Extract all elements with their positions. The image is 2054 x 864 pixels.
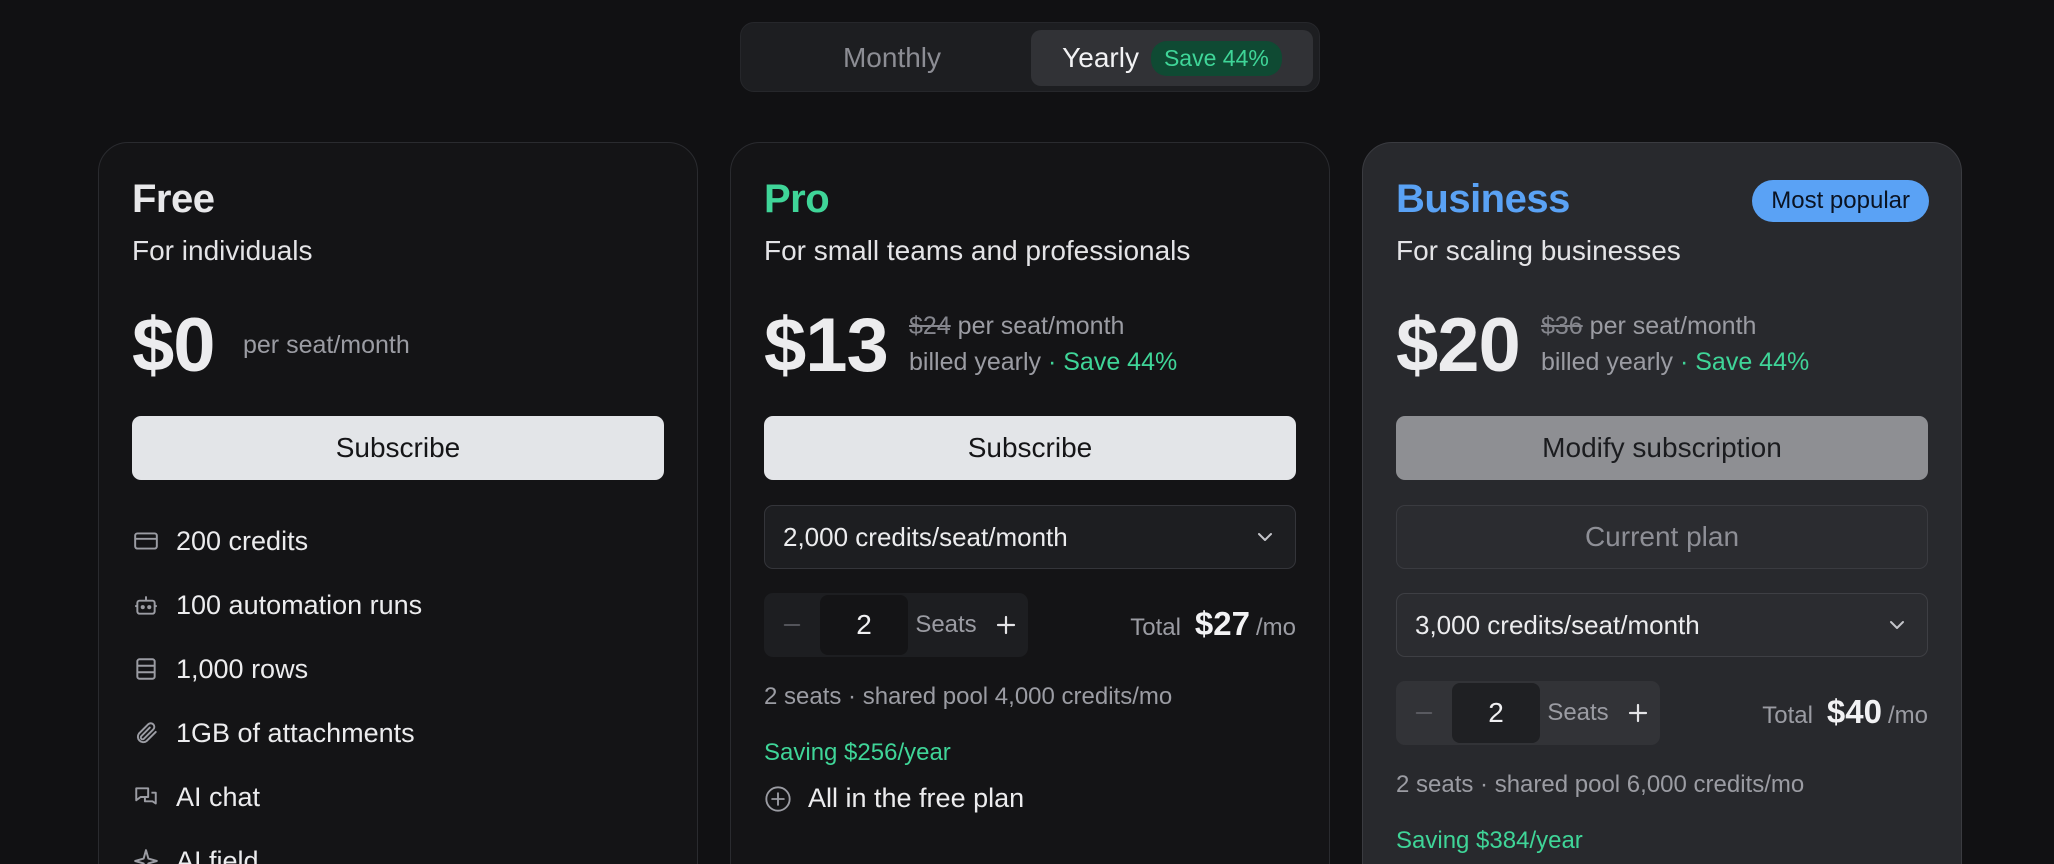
list-item: 1GB of attachments bbox=[132, 701, 422, 765]
price-meta: $36 per seat/month billed yearly · Save … bbox=[1541, 308, 1809, 380]
seats-label: Seats bbox=[1547, 699, 1609, 726]
yearly-option[interactable]: Yearly Save 44% bbox=[1031, 30, 1313, 86]
price-unit: per seat/month bbox=[243, 331, 410, 359]
billing-period-toggle: Monthly Yearly Save 44% bbox=[740, 22, 1320, 92]
plan-name: Pro bbox=[764, 177, 830, 221]
save-note: · Save 44% bbox=[1679, 348, 1810, 376]
total-amount: $27 bbox=[1194, 605, 1250, 642]
list-item: 1,000 rows bbox=[132, 637, 422, 701]
feature-label: 1,000 rows bbox=[176, 653, 309, 684]
plan-price: $0 bbox=[132, 303, 216, 388]
saving-text: Saving $384/year bbox=[1396, 827, 1583, 854]
total-label: Total bbox=[1130, 614, 1181, 641]
plan-card-free: Free For individuals $0 per seat/month S… bbox=[98, 142, 698, 864]
chevron-down-icon bbox=[1885, 613, 1909, 637]
original-price: $36 bbox=[1541, 312, 1583, 340]
plan-price: $20 bbox=[1396, 303, 1521, 388]
seat-total: Total $27/mo bbox=[1130, 605, 1296, 643]
credits-select[interactable]: 3,000 credits/seat/month bbox=[1396, 593, 1928, 657]
modify-subscription-button[interactable]: Modify subscription bbox=[1396, 416, 1928, 480]
chevron-down-icon bbox=[1253, 525, 1277, 549]
save-note: · Save 44% bbox=[1047, 348, 1178, 376]
increase-seats-button[interactable] bbox=[984, 593, 1028, 657]
feature-list: 200 credits 100 automation runs 1,000 ro… bbox=[132, 509, 422, 864]
plan-card-business: Business Most popular For scaling busine… bbox=[1362, 142, 1962, 864]
included-label: All in the free plan bbox=[808, 783, 1025, 813]
total-unit: /mo bbox=[1255, 614, 1296, 641]
credits-select-value: 2,000 credits/seat/month bbox=[783, 521, 1068, 552]
plan-card-pro: Pro For small teams and professionals $1… bbox=[730, 142, 1330, 864]
plan-name: Business bbox=[1396, 177, 1570, 221]
seat-total: Total $40/mo bbox=[1762, 693, 1928, 731]
seats-input[interactable]: 2 bbox=[1452, 683, 1540, 743]
list-item: 200 credits bbox=[132, 509, 422, 573]
seats-stepper: 2 Seats bbox=[1396, 681, 1660, 745]
increase-seats-button[interactable] bbox=[1616, 681, 1660, 745]
billing-note: billed yearly bbox=[909, 348, 1042, 376]
monthly-option[interactable]: Monthly bbox=[749, 30, 1035, 86]
yearly-label: Yearly bbox=[1062, 42, 1139, 73]
billing-note: billed yearly bbox=[1541, 348, 1674, 376]
feature-label: AI chat bbox=[176, 781, 261, 812]
seats-input[interactable]: 2 bbox=[820, 595, 908, 655]
original-price: $24 bbox=[909, 312, 951, 340]
seats-stepper: 2 Seats bbox=[764, 593, 1028, 657]
total-unit: /mo bbox=[1887, 702, 1928, 729]
rows-icon bbox=[132, 655, 160, 683]
robot-icon bbox=[132, 591, 160, 619]
paperclip-icon bbox=[132, 719, 160, 747]
plan-tagline: For scaling businesses bbox=[1396, 235, 1681, 266]
included-feature: All in the free plan bbox=[764, 783, 1024, 814]
price-unit: per seat/month bbox=[1589, 312, 1757, 340]
saving-text: Saving $256/year bbox=[764, 739, 951, 766]
monthly-label: Monthly bbox=[842, 42, 942, 73]
chat-icon bbox=[132, 783, 160, 811]
feature-label: AI field bbox=[176, 845, 259, 864]
credit-card-icon bbox=[132, 527, 160, 555]
subscribe-button[interactable]: Subscribe bbox=[132, 416, 664, 480]
credits-select-value: 3,000 credits/seat/month bbox=[1415, 609, 1700, 640]
credit-pool-text: 2 seats · shared pool 4,000 credits/mo bbox=[764, 683, 1173, 710]
decrease-seats-button[interactable] bbox=[764, 593, 820, 657]
total-label: Total bbox=[1762, 702, 1813, 729]
plus-circle-icon bbox=[764, 785, 792, 813]
most-popular-badge: Most popular bbox=[1752, 180, 1929, 222]
decrease-seats-button[interactable] bbox=[1396, 681, 1452, 745]
list-item: 100 automation runs bbox=[132, 573, 422, 637]
plan-name: Free bbox=[132, 177, 215, 221]
price-meta: $24 per seat/month billed yearly · Save … bbox=[909, 308, 1177, 380]
price-unit: per seat/month bbox=[957, 312, 1125, 340]
seats-label: Seats bbox=[915, 611, 977, 638]
credit-pool-text: 2 seats · shared pool 6,000 credits/mo bbox=[1396, 771, 1805, 798]
list-item: AI field bbox=[132, 829, 422, 864]
feature-label: 200 credits bbox=[176, 525, 309, 556]
plan-price: $13 bbox=[764, 303, 889, 388]
plan-tagline: For small teams and professionals bbox=[764, 235, 1191, 266]
pricing-page: Monthly Yearly Save 44% Free For individ… bbox=[0, 0, 2054, 864]
feature-label: 1GB of attachments bbox=[176, 717, 415, 748]
total-amount: $40 bbox=[1826, 693, 1882, 730]
plan-tagline: For individuals bbox=[132, 235, 313, 266]
current-plan-button: Current plan bbox=[1396, 505, 1928, 569]
sparkle-icon bbox=[132, 847, 160, 864]
yearly-save-badge: Save 44% bbox=[1150, 40, 1282, 76]
credits-select[interactable]: 2,000 credits/seat/month bbox=[764, 505, 1296, 569]
subscribe-button[interactable]: Subscribe bbox=[764, 416, 1296, 480]
feature-label: 100 automation runs bbox=[176, 589, 423, 620]
list-item: AI chat bbox=[132, 765, 422, 829]
